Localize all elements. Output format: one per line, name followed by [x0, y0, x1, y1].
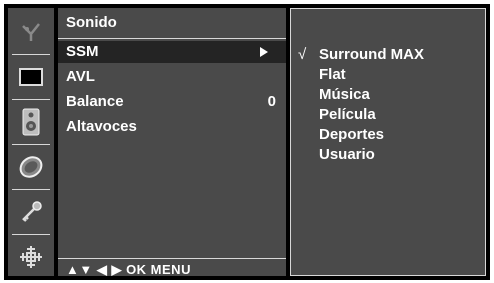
menu-item-altavoces[interactable]: Altavoces — [58, 116, 286, 138]
balance-value: 0 — [267, 93, 276, 110]
picture-icon[interactable] — [8, 10, 54, 54]
ssm-option-pelicula[interactable]: Película — [319, 106, 376, 123]
ssm-option-usuario[interactable]: Usuario — [319, 146, 375, 163]
menu-item-label: Altavoces — [66, 118, 137, 135]
check-mark-icon: √ — [298, 46, 307, 63]
menu-item-label: SSM — [66, 43, 99, 60]
ssm-option-musica[interactable]: Música — [319, 86, 370, 103]
menu-item-ssm[interactable]: SSM — [58, 41, 286, 63]
ssm-option-deportes[interactable]: Deportes — [319, 126, 384, 143]
speaker-icon[interactable] — [8, 100, 54, 144]
ssm-option-flat[interactable]: Flat — [319, 66, 346, 83]
menu-icon-bar — [8, 8, 54, 276]
ssm-option-surround-max[interactable]: Surround MAX — [319, 46, 424, 63]
title-divider — [58, 38, 286, 39]
menu-title: Sonido — [66, 14, 117, 31]
menu-item-balance[interactable]: Balance 0 — [58, 91, 286, 113]
menu-item-label: AVL — [66, 68, 95, 85]
key-icon[interactable] — [8, 190, 54, 234]
input-icon[interactable] — [8, 235, 54, 279]
screen-icon[interactable] — [8, 55, 54, 99]
submenu-arrow-icon — [260, 47, 268, 57]
menu-item-avl[interactable]: AVL — [58, 66, 286, 88]
ssm-submenu-panel: √ Surround MAX Flat Música Película Depo… — [290, 8, 486, 276]
hint-divider — [58, 258, 286, 259]
navigation-hint: ▲▼ ◀ ▶ OK MENU — [66, 262, 191, 277]
menu-item-label: Balance — [66, 93, 124, 110]
sound-menu-panel: Sonido SSM AVL Balance 0 Altavoces ▲▼ ◀ … — [58, 8, 286, 277]
clock-icon[interactable] — [8, 145, 54, 189]
